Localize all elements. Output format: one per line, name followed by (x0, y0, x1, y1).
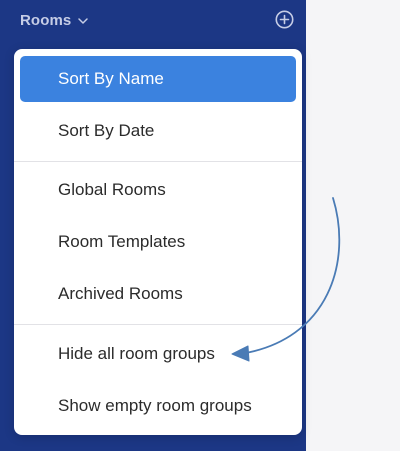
menu-item-archived-rooms[interactable]: Archived Rooms (20, 271, 296, 317)
menu-item-label: Sort By Name (58, 69, 164, 88)
rooms-dropdown-toggle[interactable]: Rooms (20, 10, 89, 30)
screen: Rooms Sort By Name Sort By Date Global R… (0, 0, 400, 451)
chevron-down-icon (77, 14, 89, 26)
add-room-button[interactable] (275, 10, 294, 29)
menu-item-label: Hide all room groups (58, 344, 215, 363)
add-circle-icon (275, 10, 294, 29)
menu-item-label: Archived Rooms (58, 284, 183, 303)
menu-item-label: Sort By Date (58, 121, 155, 140)
menu-divider (14, 324, 302, 325)
menu-item-room-templates[interactable]: Room Templates (20, 219, 296, 265)
menu-divider (14, 161, 302, 162)
menu-item-label: Show empty room groups (58, 396, 252, 415)
menu-item-sort-by-date[interactable]: Sort By Date (20, 108, 296, 154)
menu-item-sort-by-name[interactable]: Sort By Name (20, 56, 296, 102)
rooms-title: Rooms (20, 11, 72, 29)
menu-item-label: Room Templates (58, 232, 186, 251)
menu-item-label: Global Rooms (58, 180, 166, 199)
sidebar: Rooms Sort By Name Sort By Date Global R… (0, 0, 306, 451)
menu-item-show-empty-room-groups[interactable]: Show empty room groups (20, 383, 296, 429)
rooms-dropdown-menu: Sort By Name Sort By Date Global Rooms R… (14, 49, 302, 435)
menu-item-hide-all-room-groups[interactable]: Hide all room groups (20, 331, 296, 377)
menu-item-global-rooms[interactable]: Global Rooms (20, 167, 296, 213)
